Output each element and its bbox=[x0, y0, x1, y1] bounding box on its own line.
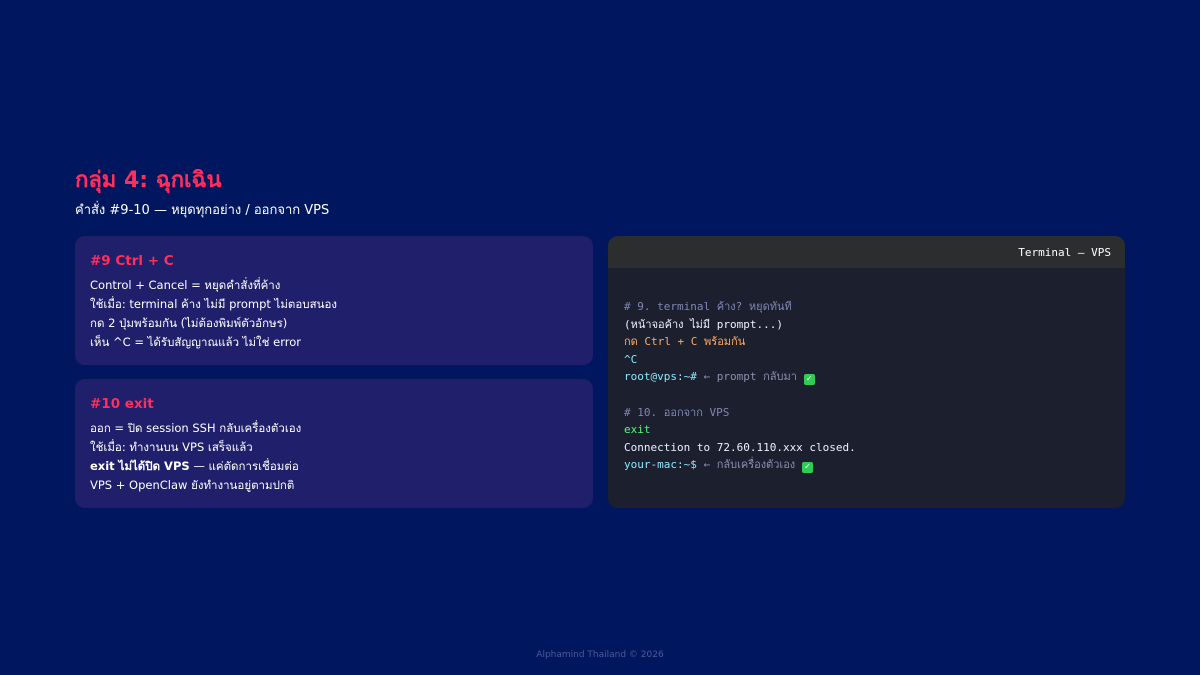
terminal-title-bar: Terminal — VPS bbox=[608, 236, 1125, 268]
terminal-line: exit bbox=[624, 423, 651, 437]
terminal-prompt: root@vps:~# bbox=[624, 370, 697, 384]
terminal-title: Terminal — VPS bbox=[1018, 245, 1111, 259]
check-mark-icon: ✓ bbox=[801, 462, 813, 474]
footer-copyright: Alphamind Thailand © 2026 bbox=[536, 650, 664, 660]
terminal-note: ← prompt กลับมา bbox=[696, 370, 804, 384]
terminal-prompt: your-mac:~$ bbox=[624, 458, 697, 472]
card-title: #9 Ctrl + C bbox=[90, 253, 174, 269]
card-line: ใช้เมื่อ: terminal ค้าง ไม่มี prompt ไม่… bbox=[90, 297, 338, 311]
terminal-line: กด Ctrl + C พร้อมกัน bbox=[624, 335, 746, 349]
card-line-emphasis: exit ไม่ได้ปิด VPS — แค่ตัดการเชื่อมต่อ bbox=[90, 457, 578, 476]
card-line: VPS + OpenClaw ยังทำงานอยู่ตามปกติ bbox=[90, 478, 295, 492]
terminal-line: (หน้าจอค้าง ไม่มี prompt...) bbox=[624, 317, 784, 331]
check-mark-icon: ✓ bbox=[803, 374, 815, 386]
card-line-rest: — แค่ตัดการเชื่อมต่อ bbox=[189, 459, 299, 473]
terminal-line: ^C bbox=[624, 352, 638, 366]
command-card-ctrl-c: #9 Ctrl + C Control + Cancel = หยุดคำสั่… bbox=[75, 236, 593, 365]
card-line: Control + Cancel = หยุดคำสั่งที่ค้าง bbox=[90, 278, 281, 292]
card-title: #10 exit bbox=[90, 396, 154, 412]
terminal-window: Terminal — VPS # 9. terminal ค้าง? หยุดท… bbox=[608, 236, 1125, 508]
card-line-bold: exit ไม่ได้ปิด VPS bbox=[90, 459, 190, 473]
command-card-exit: #10 exit ออก = ปิด session SSH กลับเครื่… bbox=[75, 379, 593, 508]
card-line: กด 2 ปุ่มพร้อมกัน (ไม่ต้องพิมพ์ตัวอักษร) bbox=[90, 316, 288, 330]
card-line: เห็น ^C = ได้รับสัญญาณแล้ว ไม่ใช่ error bbox=[90, 335, 301, 349]
card-line: ใช้เมื่อ: ทำงานบน VPS เสร็จแล้ว bbox=[90, 440, 253, 454]
terminal-note: ← กลับเครื่องตัวเอง bbox=[696, 458, 802, 472]
terminal-line: # 10. ออกจาก VPS bbox=[624, 405, 730, 419]
terminal-output: # 9. terminal ค้าง? หยุดทันที (หน้าจอค้า… bbox=[608, 268, 1125, 474]
card-line: ออก = ปิด session SSH กลับเครื่องตัวเอง bbox=[90, 421, 302, 435]
terminal-line: # 9. terminal ค้าง? หยุดทันที bbox=[624, 300, 792, 313]
terminal-line: your-mac:~$ ← กลับเครื่องตัวเอง ✓ bbox=[624, 456, 1125, 474]
terminal-line: Connection to 72.60.110.xxx closed. bbox=[624, 440, 856, 454]
terminal-line: root@vps:~# ← prompt กลับมา ✓ bbox=[624, 368, 1125, 386]
page-subtitle: คำสั่ง #9-10 — หยุดทุกอย่าง / ออกจาก VPS bbox=[75, 203, 330, 218]
page-title: กลุ่ม 4: ฉุกเฉิน bbox=[75, 168, 222, 193]
